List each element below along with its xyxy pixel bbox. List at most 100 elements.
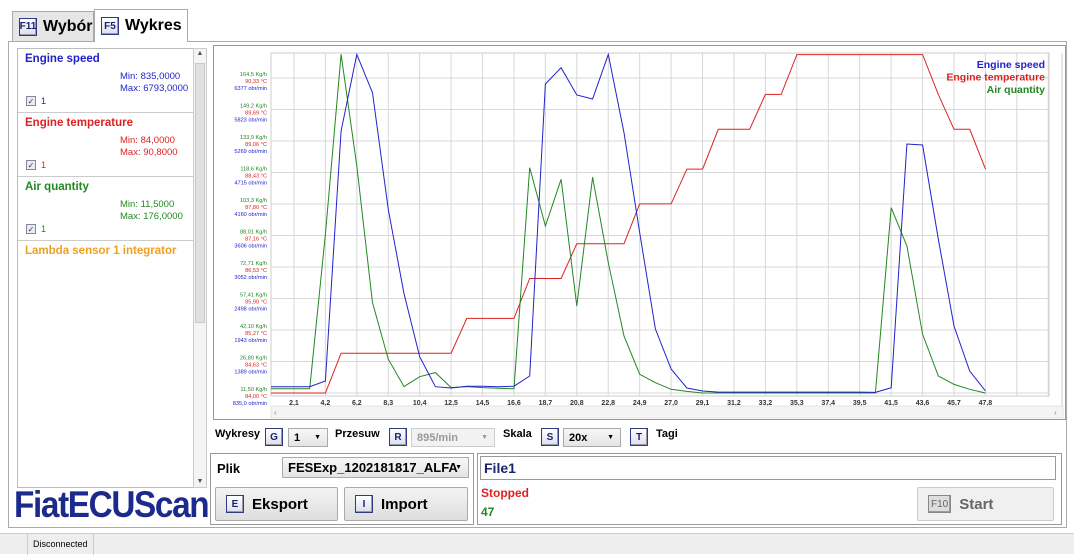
series-max: Max: 176,0000 [120, 211, 183, 222]
series-min: Min: 84,0000 [120, 135, 175, 146]
eksport-button[interactable]: E Eksport [215, 487, 338, 521]
legend-entry: Engine temperature [946, 72, 1045, 84]
series-min: Min: 11,5000 [120, 199, 175, 210]
chart-h-scrollbar[interactable] [270, 405, 1064, 419]
chart-svg: 2,1 4,2 6,2 8,3 10,4 12,5 14,5 16,6 18,7 20,8 22,8… [233, 52, 1064, 419]
import-label: Import [381, 495, 428, 513]
y-tick-label: 3606 obr/min [234, 244, 267, 250]
series-item-engine-temperature[interactable]: Engine temperature Min: 84,0000 Max: 90,8… [18, 113, 194, 177]
y-tick-label: 84,63 °C [245, 363, 267, 369]
przesuw-label: Przesuw [335, 428, 380, 440]
wykresy-select[interactable]: 1 ▼ [288, 428, 328, 447]
import-button[interactable]: I Import [344, 487, 468, 521]
series-checkbox[interactable]: ✓ [26, 224, 36, 234]
y-tick-label: 11,50 Kg/h [240, 387, 267, 393]
y-tick-label: 87,80 °C [245, 205, 267, 211]
legend-entry: Air quantity [987, 84, 1045, 96]
series-max: Max: 6793,0000 [120, 83, 189, 94]
f10-key-icon: F10 [928, 495, 952, 513]
s-key-icon: S [541, 428, 559, 446]
chevron-down-icon: ▼ [455, 464, 462, 471]
tagi-key-button[interactable]: T [630, 428, 648, 446]
y-tick-label: 57,41 Kg/h [240, 293, 267, 299]
session-name-input[interactable]: File1 [480, 456, 1056, 480]
series-checkbox-label: 1 [41, 96, 47, 106]
series-checkbox-label: 1 [41, 224, 47, 234]
series-item-engine-speed[interactable]: Engine speed Min: 835,0000 Max: 6793,0000… [18, 49, 194, 113]
chevron-down-icon: ▼ [481, 434, 488, 441]
tab-wybor[interactable]: F11 Wybór [12, 11, 94, 41]
y-tick-label: 89,69 °C [245, 111, 267, 117]
session-state: Stopped [481, 486, 529, 500]
y-tick-label: 90,33 °C [245, 79, 267, 85]
przesuw-select[interactable]: 895/min ▼ [411, 428, 495, 447]
y-tick-label: 89,06 °C [245, 142, 267, 148]
series-checkbox[interactable]: ✓ [26, 96, 36, 106]
status-bar: Disconnected [0, 533, 1074, 555]
y-tick-label: 4160 obr/min [234, 212, 267, 218]
series-item-lambda[interactable]: Lambda sensor 1 integrator [18, 241, 194, 305]
chevron-down-icon: ▼ [607, 434, 614, 441]
i-key-icon: I [355, 495, 373, 513]
y-tick-label: 118,6 Kg/h [240, 167, 267, 173]
sample-count: 47 [481, 505, 495, 519]
y-tick-label: 2498 obr/min [234, 307, 267, 313]
series-checkbox-label: 1 [41, 160, 47, 170]
wykresy-value: 1 [294, 431, 301, 444]
start-button[interactable]: F10 Start [917, 487, 1054, 521]
y-tick-label: 88,43 °C [245, 174, 267, 180]
y-tick-label: 87,16 °C [245, 237, 267, 243]
y-tick-label: 86,53 °C [245, 268, 267, 274]
y-tick-label: 149,2 Kg/h [240, 104, 267, 110]
y-tick-label: 1943 obr/min [234, 338, 267, 344]
e-key-icon: E [226, 495, 244, 513]
series-list: Engine speed Min: 835,0000 Max: 6793,0000… [17, 48, 194, 488]
r-key-icon: R [389, 428, 407, 446]
series-name: Engine speed [25, 53, 100, 65]
series-list-scrollbar[interactable]: ▲ ▼ [193, 48, 207, 488]
series-min: Min: 835,0000 [120, 71, 181, 82]
tab-wykres[interactable]: F5 Wykres [94, 9, 188, 42]
skala-select[interactable]: 20x ▼ [563, 428, 621, 447]
series-max: Max: 90,8000 [120, 147, 178, 158]
eksport-label: Eksport [252, 495, 308, 513]
y-tick-label: 3052 obr/min [234, 275, 267, 281]
y-tick-label: 164,5 Kg/h [240, 72, 267, 78]
tab-wykres-label: Wykres [125, 17, 182, 34]
tagi-label: Tagi [656, 428, 678, 440]
y-tick-label: 103,3 Kg/h [240, 198, 267, 204]
series-checkbox[interactable]: ✓ [26, 160, 36, 170]
scroll-thumb[interactable] [195, 63, 205, 323]
chevron-down-icon: ▼ [314, 434, 321, 441]
y-tick-label: 5823 obr/min [234, 118, 267, 124]
y-tick-label: 4715 obr/min [234, 181, 267, 187]
scroll-left-icon[interactable]: ‹ [274, 408, 277, 417]
file-select[interactable]: FESExp_1202181817_ALFA ▼ [282, 457, 469, 478]
chart-panel: 2,1 4,2 6,2 8,3 10,4 12,5 14,5 16,6 18,7 20,8 22,8… [213, 45, 1066, 420]
y-tick-label: 6377 obr/min [234, 86, 267, 92]
y-tick-label: 84,00 °C [245, 394, 267, 400]
file-select-value: FESExp_1202181817_ALFA [288, 460, 458, 475]
y-tick-label: 26,80 Kg/h [240, 356, 267, 362]
tab-wybor-label: Wybór [43, 17, 93, 35]
g-key-icon: G [265, 428, 283, 446]
fiatecuscan-logo: FiatECUScan [14, 484, 210, 525]
y-tick-label: 85,90 °C [245, 300, 267, 306]
y-tick-label: 85,27 °C [245, 331, 267, 337]
y-tick-label: 42,10 Kg/h [240, 324, 267, 330]
plik-label: Plik [217, 461, 241, 476]
series-name: Air quantity [25, 181, 89, 193]
y-tick-label: 5269 obr/min [234, 149, 267, 155]
y-tick-label: 835,0 obr/min [233, 401, 267, 407]
scroll-right-icon[interactable]: › [1054, 408, 1057, 417]
y-tick-label: 133,9 Kg/h [240, 135, 267, 141]
y-tick-label: 88,01 Kg/h [240, 230, 267, 236]
series-item-air-quantity[interactable]: Air quantity Min: 11,5000 Max: 176,0000 ✓… [18, 177, 194, 241]
skala-label: Skala [503, 428, 532, 440]
start-label: Start [959, 495, 994, 513]
connection-status: Disconnected [27, 534, 94, 555]
skala-value: 20x [569, 431, 588, 444]
f5-key-icon: F5 [101, 17, 119, 35]
scroll-up-icon[interactable]: ▲ [194, 50, 206, 57]
legend-entry: Engine speed [977, 59, 1045, 71]
